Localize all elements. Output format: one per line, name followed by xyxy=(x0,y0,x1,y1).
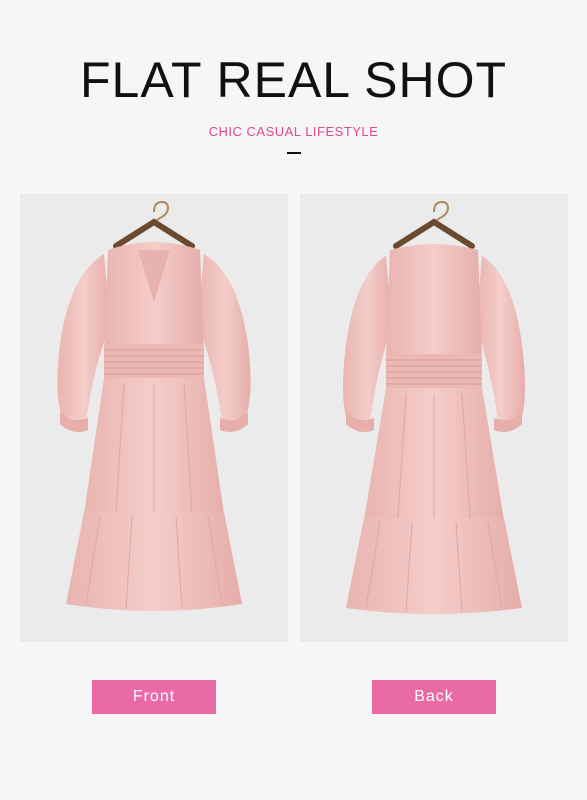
dress-back-image xyxy=(343,200,525,614)
back-view-button[interactable]: Back xyxy=(372,680,496,714)
page-title: FLAT REAL SHOT xyxy=(79,52,508,108)
dress-front-image xyxy=(57,200,251,611)
back-photo-panel xyxy=(300,194,568,642)
title-divider xyxy=(287,152,301,154)
front-view-button[interactable]: Front xyxy=(92,680,216,714)
front-photo-panel xyxy=(20,194,288,642)
page-subtitle: CHIC CASUAL LIFESTYLE xyxy=(208,124,379,139)
